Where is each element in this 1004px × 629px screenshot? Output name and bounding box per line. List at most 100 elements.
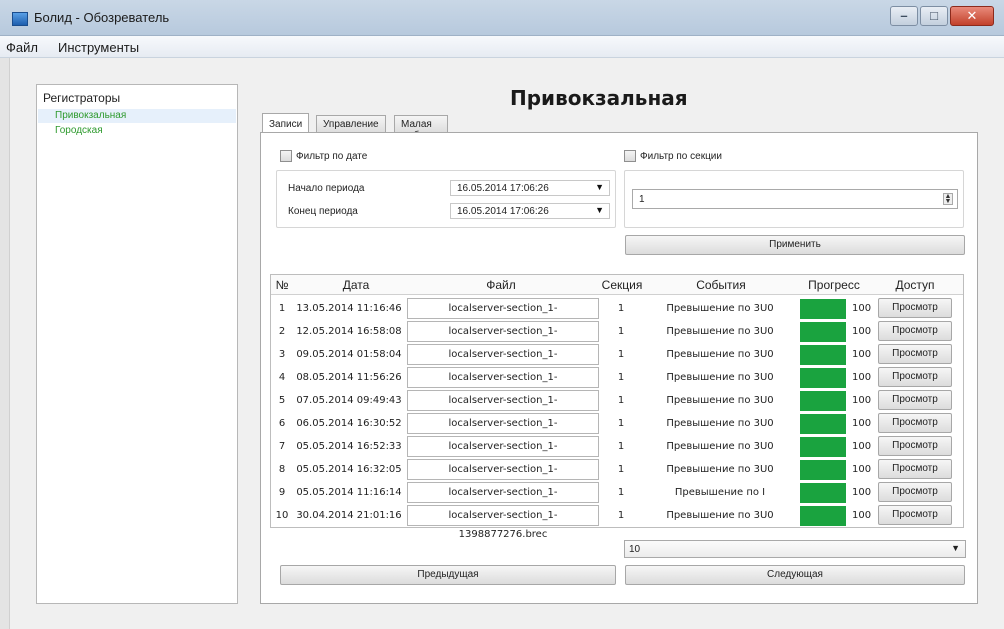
view-button[interactable]: Просмотр bbox=[878, 482, 952, 502]
progress-value: 100 bbox=[852, 372, 872, 383]
window-edge bbox=[0, 58, 10, 629]
end-period-picker[interactable]: 16.05.2014 17:06:26 ▼ bbox=[450, 203, 610, 219]
view-button[interactable]: Просмотр bbox=[878, 505, 952, 525]
row-number: 10 bbox=[275, 510, 289, 521]
view-button[interactable]: Просмотр bbox=[878, 367, 952, 387]
row-number: 5 bbox=[278, 395, 286, 406]
apply-button[interactable]: Применить bbox=[625, 235, 965, 255]
progress-bar bbox=[800, 368, 846, 388]
tab-small-sample[interactable]: Малая выборка bbox=[394, 115, 448, 141]
table-row: 3 09.05.2014 01:58:04 localserver-section_… bbox=[271, 343, 963, 379]
progress-value: 100 bbox=[852, 326, 872, 337]
page-size-select[interactable]: 10 ▼ bbox=[624, 540, 966, 558]
minimize-icon: – bbox=[900, 8, 908, 23]
row-event: Превышение по 3U0 bbox=[666, 303, 774, 314]
progress-value: 100 bbox=[852, 487, 872, 498]
col-date: Дата bbox=[342, 278, 370, 292]
previous-button[interactable]: Предыдущая bbox=[280, 565, 616, 585]
row-file[interactable]: localserver-section_1-1399535786.brec bbox=[407, 367, 599, 402]
progress-value: 100 bbox=[852, 441, 872, 452]
row-file[interactable]: localserver-section_1-1398877276.brec bbox=[407, 505, 599, 540]
row-file[interactable]: localserver-section_1-1399441783.brec bbox=[407, 390, 599, 425]
window-title: Болид - Обозреватель bbox=[34, 10, 170, 25]
progress-bar bbox=[800, 299, 846, 319]
row-section: 1 bbox=[617, 441, 625, 452]
section-spinbox[interactable]: 1 ▲ ▼ bbox=[632, 189, 958, 209]
view-button[interactable]: Просмотр bbox=[878, 298, 952, 318]
col-access: Доступ bbox=[895, 278, 935, 292]
section-filter-label: Фильтр по секции bbox=[640, 151, 722, 162]
page-size-value: 10 bbox=[629, 544, 641, 555]
chevron-down-icon: ▼ bbox=[595, 205, 604, 215]
start-period-picker[interactable]: 16.05.2014 17:06:26 ▼ bbox=[450, 180, 610, 196]
view-button[interactable]: Просмотр bbox=[878, 459, 952, 479]
spin-arrows-icon[interactable]: ▲ ▼ bbox=[943, 193, 953, 205]
row-number: 3 bbox=[278, 349, 286, 360]
progress-bar bbox=[800, 460, 846, 480]
table-row: 5 07.05.2014 09:49:43 localserver-section_… bbox=[271, 389, 963, 425]
row-file[interactable]: localserver-section_1-1399294353.brec bbox=[407, 436, 599, 471]
col-section: Секция bbox=[601, 278, 643, 292]
row-event: Превышение по 3U0 bbox=[666, 418, 774, 429]
view-button[interactable]: Просмотр bbox=[878, 321, 952, 341]
chevron-down-icon: ▼ bbox=[951, 543, 960, 553]
menu-tools[interactable]: Инструменты bbox=[58, 40, 139, 55]
progress-bar bbox=[800, 506, 846, 526]
row-section: 1 bbox=[617, 464, 625, 475]
sidebar-item-privokzalnaya[interactable]: Привокзальная bbox=[55, 110, 126, 121]
row-section: 1 bbox=[617, 418, 625, 429]
date-filter-group bbox=[276, 170, 616, 228]
progress-bar bbox=[800, 345, 846, 365]
progress-value: 100 bbox=[852, 395, 872, 406]
progress-bar bbox=[800, 437, 846, 457]
close-icon: ✕ bbox=[966, 8, 978, 23]
row-file[interactable]: localserver-section_1-1399274174.brec bbox=[407, 482, 599, 517]
minimize-button[interactable]: – bbox=[890, 6, 918, 26]
row-date: 12.05.2014 16:58:08 bbox=[296, 326, 402, 337]
view-button[interactable]: Просмотр bbox=[878, 344, 952, 364]
row-section: 1 bbox=[617, 395, 625, 406]
app-icon bbox=[12, 12, 28, 26]
row-section: 1 bbox=[617, 510, 625, 521]
progress-value: 100 bbox=[852, 510, 872, 521]
col-events: События bbox=[696, 278, 746, 292]
row-number: 6 bbox=[278, 418, 286, 429]
close-button[interactable]: ✕ bbox=[950, 6, 994, 26]
row-section: 1 bbox=[617, 326, 625, 337]
progress-bar bbox=[800, 414, 846, 434]
row-file[interactable]: localserver-section_1-1399293125.brec bbox=[407, 459, 599, 494]
row-date: 30.04.2014 21:01:16 bbox=[296, 510, 402, 521]
sidebar-item-gorodskaya[interactable]: Городская bbox=[55, 125, 103, 136]
table-row: 7 05.05.2014 16:52:33 localserver-section_… bbox=[271, 435, 963, 471]
next-button[interactable]: Следующая bbox=[625, 565, 965, 585]
row-event: Превышение по 3U0 bbox=[666, 441, 774, 452]
row-file[interactable]: localserver-section_1-1399586284.brec bbox=[407, 344, 599, 379]
row-date: 09.05.2014 01:58:04 bbox=[296, 349, 402, 360]
row-date: 05.05.2014 16:32:05 bbox=[296, 464, 402, 475]
start-period-value: 16.05.2014 17:06:26 bbox=[457, 183, 549, 194]
page-title: Привокзальная bbox=[510, 86, 688, 110]
tab-records[interactable]: Записи bbox=[262, 113, 310, 132]
row-file[interactable]: localserver-section_1-1399899488.brec bbox=[407, 321, 599, 356]
window-controls: – □ ✕ bbox=[888, 6, 994, 28]
view-button[interactable]: Просмотр bbox=[878, 413, 952, 433]
row-event: Превышение по 3U0 bbox=[666, 395, 774, 406]
section-filter-checkbox[interactable] bbox=[624, 150, 636, 162]
col-progress: Прогресс bbox=[808, 278, 860, 292]
row-section: 1 bbox=[617, 372, 625, 383]
chevron-down-icon: ▼ bbox=[595, 182, 604, 192]
row-number: 1 bbox=[278, 303, 286, 314]
row-section: 1 bbox=[617, 487, 625, 498]
view-button[interactable]: Просмотр bbox=[878, 390, 952, 410]
row-file[interactable]: localserver-section_1-1399965406.brec bbox=[407, 298, 599, 333]
maximize-button[interactable]: □ bbox=[920, 6, 948, 26]
tab-control[interactable]: Управление bbox=[316, 115, 386, 132]
date-filter-checkbox[interactable] bbox=[280, 150, 292, 162]
table-row: 4 08.05.2014 11:56:26 localserver-section_… bbox=[271, 366, 963, 402]
table-row: 10 30.04.2014 21:01:16 localserver-section… bbox=[271, 504, 963, 540]
view-button[interactable]: Просмотр bbox=[878, 436, 952, 456]
title-bar: Болид - Обозреватель – □ ✕ bbox=[0, 0, 1004, 36]
row-file[interactable]: localserver-section_1-1399379452.brec bbox=[407, 413, 599, 448]
row-event: Превышение по I bbox=[674, 487, 766, 498]
menu-file[interactable]: Файл bbox=[6, 40, 38, 55]
